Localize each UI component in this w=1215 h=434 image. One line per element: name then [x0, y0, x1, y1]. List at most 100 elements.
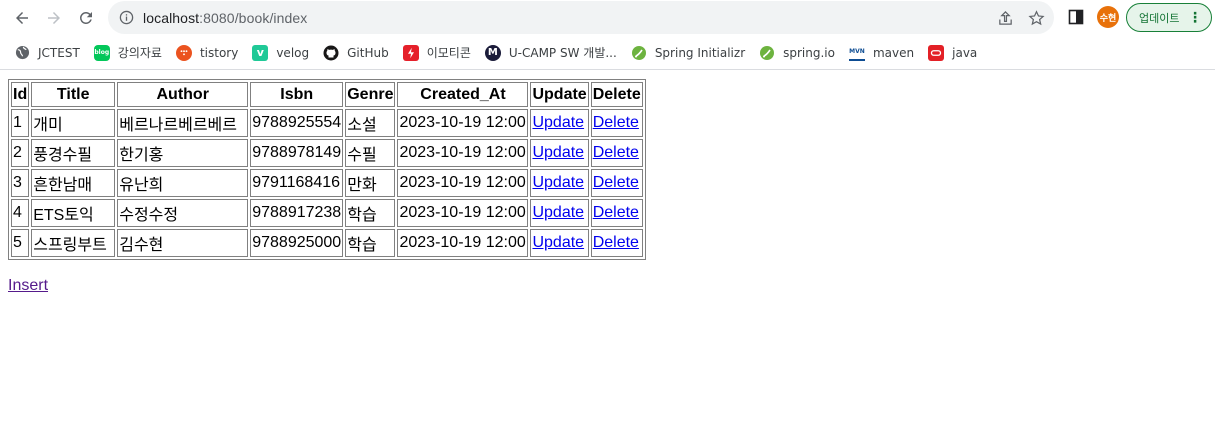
spring-icon	[631, 45, 647, 61]
bookmark-velog[interactable]: v velog	[252, 44, 309, 61]
browser-update-button[interactable]: 업데이트 ⋮	[1126, 3, 1212, 32]
maven-icon: MVN	[848, 45, 865, 61]
cell-title: 개미	[31, 109, 116, 137]
share-icon[interactable]	[996, 9, 1014, 27]
bookmark-jctest[interactable]: JCTEST	[14, 45, 80, 61]
cell-isbn: 9788978149	[250, 139, 344, 167]
browser-chrome: localhost:8080/book/index 수현 업데이트 ⋮ JCTE…	[0, 0, 1215, 70]
delete-link[interactable]: Delete	[593, 144, 639, 161]
cell-genre: 소설	[345, 109, 396, 137]
forward-icon[interactable]	[42, 6, 66, 30]
header-update: Update	[530, 82, 589, 107]
update-cell: Update	[530, 139, 589, 167]
delete-cell: Delete	[590, 229, 643, 257]
bookmarks-bar: JCTEST blog 강의자료 tistory v velog GitHub	[0, 36, 1215, 70]
table-row: 4 ETS토익 수정수정 9788917238 학습 2023-10-19 12…	[11, 199, 643, 227]
bookmark-star-icon[interactable]	[1027, 9, 1045, 27]
delete-cell: Delete	[590, 139, 643, 167]
header-author: Author	[117, 82, 249, 107]
table-row: 1 개미 베르나르베르베르 9788925554 소설 2023-10-19 1…	[11, 109, 643, 137]
update-link[interactable]: Update	[532, 144, 584, 161]
oracle-icon	[928, 44, 945, 61]
table-header-row: Id Title Author Isbn Genre Created_At Up…	[11, 82, 643, 107]
blog-icon: blog	[93, 44, 110, 61]
bookmark-spring-io[interactable]: spring.io	[759, 45, 835, 61]
header-id: Id	[11, 82, 30, 107]
ucamp-icon: M	[484, 44, 501, 61]
github-icon	[323, 45, 339, 61]
page-content: Id Title Author Isbn Genre Created_At Up…	[0, 70, 1215, 304]
delete-link[interactable]: Delete	[593, 114, 639, 131]
update-cell: Update	[530, 169, 589, 197]
bookmark-spring-initializr[interactable]: Spring Initializr	[631, 45, 745, 61]
cell-title: 풍경수필	[31, 139, 116, 167]
cell-created-at: 2023-10-19 12:00	[397, 199, 529, 227]
site-info-icon[interactable]	[118, 10, 134, 26]
cell-isbn: 9788925554	[250, 109, 344, 137]
insert-link[interactable]: Insert	[8, 277, 48, 295]
update-cell: Update	[530, 109, 589, 137]
update-cell: Update	[530, 199, 589, 227]
cell-author: 한기홍	[117, 139, 249, 167]
bookmark-github[interactable]: GitHub	[323, 45, 389, 61]
delete-link[interactable]: Delete	[593, 204, 639, 221]
address-bar[interactable]: localhost:8080/book/index	[108, 1, 1054, 34]
cell-id: 3	[11, 169, 30, 197]
update-link[interactable]: Update	[532, 234, 584, 251]
cell-genre: 수필	[345, 139, 396, 167]
bookmark-emoticon[interactable]: 이모티콘	[402, 44, 471, 61]
url-text[interactable]: localhost:8080/book/index	[143, 10, 307, 26]
table-row: 3 흔한남매 유난희 9791168416 만화 2023-10-19 12:0…	[11, 169, 643, 197]
table-row: 5 스프링부트 김수현 9788925000 학습 2023-10-19 12:…	[11, 229, 643, 257]
bolt-icon	[402, 44, 419, 61]
side-panel-icon[interactable]	[1067, 8, 1085, 26]
cell-title: 흔한남매	[31, 169, 116, 197]
cell-isbn: 9791168416	[250, 169, 344, 197]
cell-created-at: 2023-10-19 12:00	[397, 109, 529, 137]
velog-icon: v	[252, 44, 269, 61]
update-link[interactable]: Update	[532, 174, 584, 191]
update-link[interactable]: Update	[532, 114, 584, 131]
table-row: 2 풍경수필 한기홍 9788978149 수필 2023-10-19 12:0…	[11, 139, 643, 167]
cell-created-at: 2023-10-19 12:00	[397, 169, 529, 197]
cell-author: 수정수정	[117, 199, 249, 227]
update-link[interactable]: Update	[532, 204, 584, 221]
cell-id: 1	[11, 109, 30, 137]
cell-genre: 만화	[345, 169, 396, 197]
cell-created-at: 2023-10-19 12:00	[397, 229, 529, 257]
update-button-label: 업데이트	[1139, 11, 1180, 25]
bookmark-tistory[interactable]: tistory	[175, 44, 238, 61]
update-cell: Update	[530, 229, 589, 257]
bookmark-maven[interactable]: MVN maven	[848, 45, 914, 61]
back-icon[interactable]	[10, 6, 34, 30]
browser-toolbar: localhost:8080/book/index 수현 업데이트 ⋮	[0, 0, 1215, 36]
delete-cell: Delete	[590, 109, 643, 137]
cell-author: 베르나르베르베르	[117, 109, 249, 137]
cell-title: ETS토익	[31, 199, 116, 227]
globe-icon	[14, 45, 30, 61]
delete-link[interactable]: Delete	[593, 234, 639, 251]
more-menu-icon[interactable]: ⋮	[1188, 9, 1202, 27]
tistory-icon	[175, 44, 192, 61]
header-isbn: Isbn	[250, 82, 344, 107]
bookmark-lecture-notes[interactable]: blog 강의자료	[93, 44, 162, 61]
reload-icon[interactable]	[74, 6, 98, 30]
profile-avatar[interactable]: 수현	[1097, 6, 1119, 28]
bookmark-ucamp[interactable]: M U-CAMP SW 개발...	[484, 44, 617, 61]
cell-title: 스프링부트	[31, 229, 116, 257]
delete-link[interactable]: Delete	[593, 174, 639, 191]
header-genre: Genre	[345, 82, 396, 107]
cell-id: 2	[11, 139, 30, 167]
cell-genre: 학습	[345, 199, 396, 227]
delete-cell: Delete	[590, 169, 643, 197]
bookmark-java[interactable]: java	[928, 44, 977, 61]
cell-id: 5	[11, 229, 30, 257]
cell-author: 유난희	[117, 169, 249, 197]
book-table: Id Title Author Isbn Genre Created_At Up…	[8, 79, 646, 260]
spring-icon	[759, 45, 775, 61]
cell-created-at: 2023-10-19 12:00	[397, 139, 529, 167]
cell-id: 4	[11, 199, 30, 227]
header-delete: Delete	[590, 82, 643, 107]
cell-author: 김수현	[117, 229, 249, 257]
header-created-at: Created_At	[397, 82, 529, 107]
